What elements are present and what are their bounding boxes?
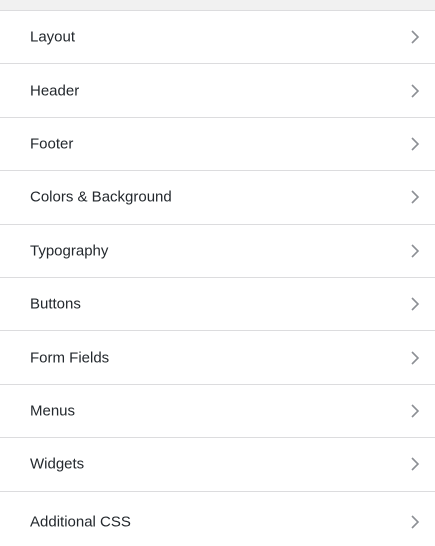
section-item-typography[interactable]: Typography	[0, 224, 435, 278]
chevron-right-icon	[409, 296, 421, 312]
section-item-buttons[interactable]: Buttons	[0, 277, 435, 332]
section-label-header: Header	[30, 82, 80, 100]
section-label-footer: Footer	[30, 135, 74, 153]
chevron-right-icon	[409, 83, 421, 99]
section-label-form-fields: Form Fields	[30, 349, 110, 367]
section-item-additional-css[interactable]: Additional CSS	[0, 491, 435, 546]
chevron-right-icon	[409, 136, 421, 152]
section-item-colors-background[interactable]: Colors & Background	[0, 171, 435, 225]
chevron-right-icon	[409, 243, 421, 259]
chevron-right-icon	[409, 403, 421, 419]
section-label-buttons: Buttons	[30, 295, 81, 313]
section-label-typography: Typography	[30, 242, 109, 260]
customizer-section-list: Layout Header Footer Colors & Background	[0, 11, 435, 546]
section-label-layout: Layout	[30, 28, 76, 46]
section-label-additional-css: Additional CSS	[30, 513, 131, 531]
chevron-right-icon	[409, 29, 421, 45]
section-item-footer[interactable]: Footer	[0, 117, 435, 172]
chevron-right-icon	[409, 456, 421, 472]
chevron-right-icon	[409, 189, 421, 205]
chevron-right-icon	[409, 514, 421, 530]
customizer-panel: Layout Header Footer Colors & Background	[0, 0, 435, 546]
section-item-form-fields[interactable]: Form Fields	[0, 331, 435, 385]
section-label-menus: Menus	[30, 402, 76, 420]
section-item-layout[interactable]: Layout	[0, 11, 435, 65]
section-item-widgets[interactable]: Widgets	[0, 438, 435, 492]
section-item-menus[interactable]: Menus	[0, 384, 435, 439]
section-label-colors-background: Colors & Background	[30, 188, 172, 206]
section-item-header[interactable]: Header	[0, 64, 435, 118]
section-label-widgets: Widgets	[30, 455, 85, 473]
chevron-right-icon	[409, 350, 421, 366]
